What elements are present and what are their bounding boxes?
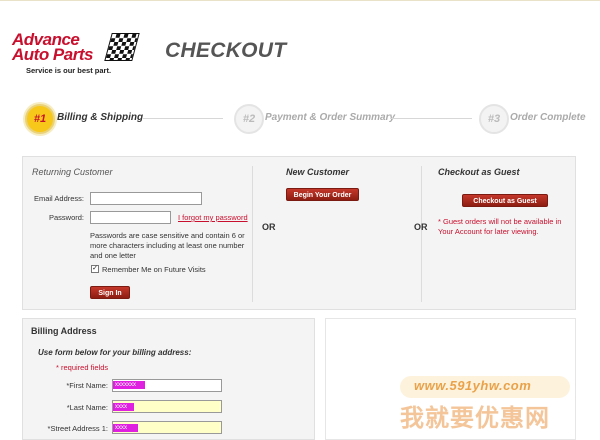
required-fields-note: * required fields	[56, 363, 109, 372]
step-2-label: Payment & Order Summary	[265, 112, 396, 123]
password-input[interactable]	[90, 211, 171, 224]
password-note: Passwords are case sensitive and contain…	[90, 231, 245, 260]
brand-logo[interactable]: Advance Auto Parts Service is our best p…	[12, 30, 140, 78]
step-3-badge: #3	[479, 104, 509, 134]
remember-me-checkbox[interactable]: ✓	[91, 265, 99, 273]
password-label: Password:	[48, 213, 84, 222]
top-border	[0, 0, 600, 1]
divider	[252, 166, 253, 302]
email-label: Email Address:	[33, 194, 84, 203]
guest-checkout-title: Checkout as Guest	[438, 167, 520, 177]
new-customer-title: New Customer	[286, 167, 350, 177]
watermark-text: 我就要优惠网	[400, 405, 550, 432]
page-title: CHECKOUT	[165, 39, 287, 62]
begin-order-button[interactable]: Begin Your Order	[286, 188, 359, 201]
last-name-label: *Last Name:	[66, 403, 108, 412]
guest-checkout-button[interactable]: Checkout as Guest	[462, 194, 548, 207]
billing-address-title: Billing Address	[31, 326, 97, 336]
street-address-label: *Street Address 1:	[47, 424, 108, 433]
step-connector	[143, 118, 223, 119]
watermark-url: www.591yhw.com	[414, 378, 532, 393]
step-3-label: Order Complete	[510, 112, 586, 123]
forgot-password-link[interactable]: I forgot my password	[178, 213, 248, 222]
step-1-label: Billing & Shipping	[57, 112, 144, 123]
billing-instruction: Use form below for your billing address:	[38, 348, 192, 357]
step-2-badge: #2	[234, 104, 264, 134]
divider	[421, 166, 422, 302]
logo-tagline: Service is our best part.	[26, 66, 112, 75]
guest-note: * Guest orders will not be available in …	[438, 217, 562, 236]
redacted-value: xxxxxxx	[113, 381, 145, 389]
sign-in-button[interactable]: Sign In	[90, 286, 130, 299]
step-1-badge: #1	[25, 104, 55, 134]
step-connector	[390, 118, 472, 119]
or-separator: OR	[262, 222, 276, 232]
first-name-label: *First Name:	[66, 381, 108, 390]
logo-wordmark: Advance Auto Parts	[12, 31, 93, 64]
checkered-flag-icon	[104, 33, 140, 61]
logo-line-2: Auto Parts	[12, 45, 93, 64]
redacted-value: xxxx	[113, 424, 138, 432]
returning-customer-title: Returning Customer	[32, 167, 113, 177]
email-input[interactable]	[90, 192, 202, 205]
or-separator: OR	[414, 222, 428, 232]
redacted-value: xxxx	[113, 403, 134, 411]
remember-me-label: Remember Me on Future Visits	[102, 265, 206, 274]
